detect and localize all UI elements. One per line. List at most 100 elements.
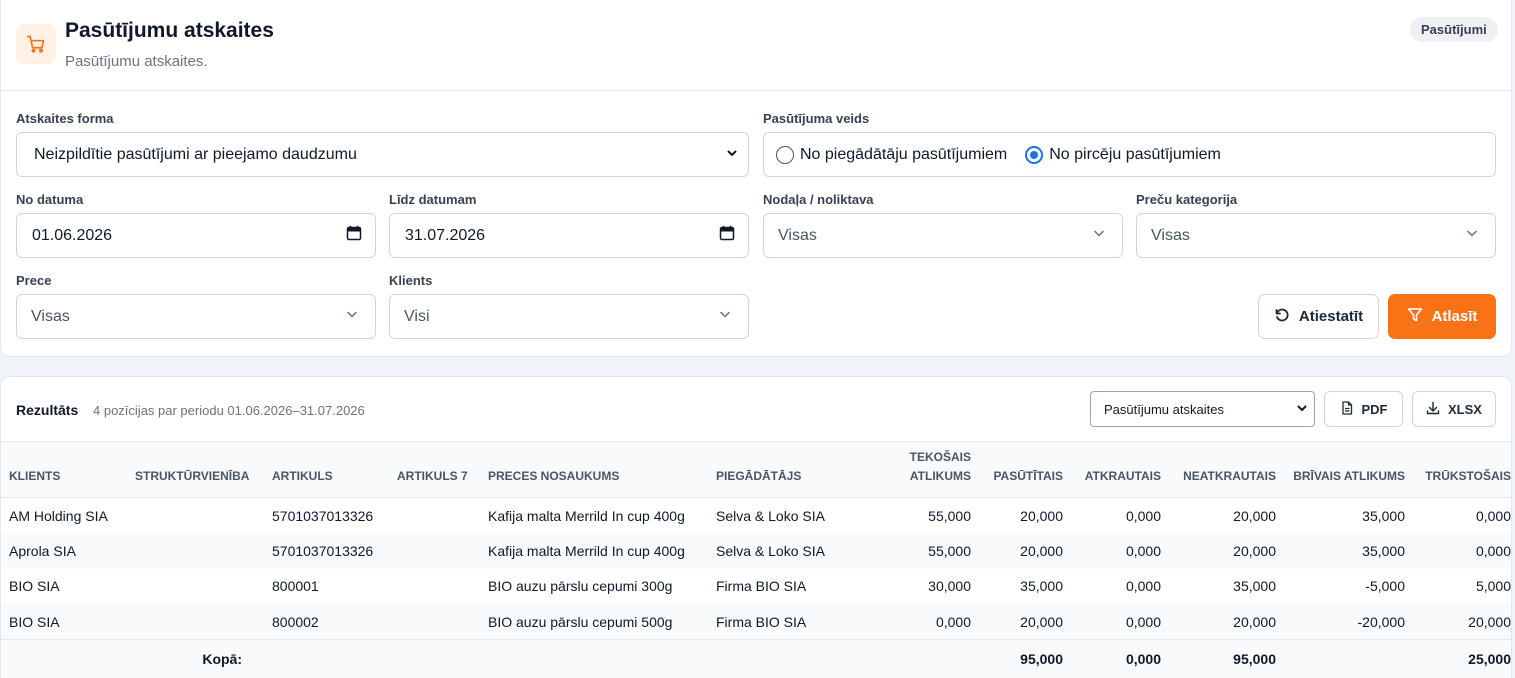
calendar-icon[interactable] [346,225,362,246]
column-header[interactable]: PIEGĀDĀTĀJS [708,441,885,498]
chevron-down-icon [718,307,732,326]
table-cell [389,498,480,534]
table-cell: 800002 [272,613,319,630]
column-header[interactable]: TEKOŠAIS ATLIKUMS [885,441,979,498]
table-cell: 20,000 [1468,613,1511,630]
table-cell: Kafija malta Merrild In cup 400g [488,542,685,559]
date-from-input[interactable]: 01.06.2026 [16,213,376,258]
report-view-value: Pasūtījumu atskaites [1104,401,1224,417]
table-cell: 35,000 [1362,507,1405,524]
category-value: Visas [1151,226,1190,244]
report-view-select[interactable]: Pasūtījumu atskaites [1090,391,1315,427]
table-cell: 5,000 [1475,578,1511,595]
column-header[interactable]: ARTIKULS [264,441,389,498]
table-cell [127,498,264,534]
report-form-label: Atskaites forma [16,111,114,126]
table-cell: Firma BIO SIA [716,578,807,595]
table-cell: 0,000 [935,613,971,630]
export-pdf-label: PDF [1361,401,1388,417]
total-ordered: 95,000 [979,639,1071,678]
table-cell: AM Holding SIA [9,507,108,524]
column-header[interactable]: PASŪTĪTAIS [979,441,1071,498]
chevron-down-icon [1296,402,1308,417]
table-cell: 55,000 [928,507,971,524]
table-cell [127,569,264,605]
date-to-input[interactable]: 31.07.2026 [389,213,749,258]
table-cell [389,533,480,569]
product-value: Visas [31,307,70,325]
date-from-value: 01.06.2026 [32,226,113,244]
chevron-down-icon [345,307,359,326]
table-header-row: KLIENTS STRUKTŪRVIENĪBA ARTIKULS ARTIKULS 7… [1,441,1511,498]
table-cell: BIO auzu pārslu cepumi 300g [488,578,673,595]
product-label: Prece [16,273,52,288]
order-type-radio-buyer[interactable] [1025,145,1044,164]
column-header[interactable]: STRUKTŪRVIENĪBA [127,441,264,498]
client-label: Klients [389,273,433,288]
table-cell: 800001 [272,578,319,595]
table-cell: 5701037013326 [272,542,374,559]
calendar-icon[interactable] [719,225,735,246]
table-cell: 0,000 [1125,542,1161,559]
table-cell: 5701037013326 [272,507,374,524]
table-cell: 20,000 [1233,542,1276,559]
reset-icon [1274,307,1290,327]
report-form-select[interactable]: Neizpildītie pasūtījumi ar pieejamo daud… [16,132,749,177]
order-type-option-label[interactable]: No pircēju pasūtījumiem [1049,146,1221,164]
column-header[interactable]: BRĪVAIS ATLIKUMS [1284,441,1413,498]
table-row[interactable]: AM Holding SIA 5701037013326 Kafija malta … [1,498,1511,534]
column-header[interactable]: PRECES NOSAUKUMS [480,441,708,498]
department-select[interactable]: Visas [763,213,1123,258]
order-type-radio-supplier[interactable] [776,145,794,164]
column-header[interactable]: KLIENTS [1,441,127,498]
client-select[interactable]: Visi [389,294,749,339]
table-cell: 20,000 [1233,613,1276,630]
table-cell: 35,000 [1362,542,1405,559]
totals-row: Kopā: 95,000 0,000 95,000 25,000 [1,639,1511,678]
results-title: Rezultāts [16,402,79,418]
table-cell: Firma BIO SIA [716,613,807,630]
filter-icon [1407,307,1423,327]
table-cell: 20,000 [1020,542,1063,559]
column-header[interactable]: ARTIKULS 7 [389,441,480,498]
column-header[interactable]: TRŪKSTOŠAIS [1413,441,1511,498]
filters-card: Pasūtījumu atskaites Pasūtījumu atskaite… [0,0,1512,357]
table-cell: 55,000 [928,542,971,559]
table-row[interactable]: BIO SIA 800002 BIO auzu pārslu cepumi 500g… [1,604,1511,640]
reset-button[interactable]: Atiestatīt [1258,294,1379,339]
table-row[interactable]: BIO SIA 800001 BIO auzu pārslu cepumi 300g… [1,569,1511,605]
filter-submit-button[interactable]: Atlasīt [1388,294,1496,339]
order-type-option-label[interactable]: No piegādātāju pasūtījumiem [800,146,1007,164]
results-summary: 4 pozīcijas par periodu 01.06.2026–31.07… [93,403,365,418]
chevron-down-icon [1092,226,1106,245]
total-missing: 25,000 [1413,639,1511,678]
total-unloaded: 0,000 [1071,639,1169,678]
order-type-radio-group: No piegādātāju pasūtījumiem No pircēju p… [763,132,1496,177]
table-cell: 35,000 [1020,578,1063,595]
filter-submit-label: Atlasīt [1431,308,1478,325]
date-to-label: Līdz datumam [389,192,477,207]
date-to-value: 31.07.2026 [405,226,486,244]
table-row[interactable]: Aprola SIA 5701037013326 Kafija malta Merr… [1,533,1511,569]
export-xlsx-label: XLSX [1448,401,1482,417]
table-cell [127,604,264,640]
product-select[interactable]: Visas [16,294,376,339]
table-cell: 20,000 [1020,507,1063,524]
export-pdf-button[interactable]: PDF [1324,391,1403,427]
totals-spacer [264,639,979,678]
table-cell: 0,000 [1475,507,1511,524]
column-header[interactable]: NEATKRAUTAIS [1169,441,1284,498]
total-free-stock [1284,639,1413,678]
download-icon [1426,401,1440,418]
export-xlsx-button[interactable]: XLSX [1412,391,1496,427]
table-cell [389,604,480,640]
table-cell: Kafija malta Merrild In cup 400g [488,507,685,524]
table-cell: 20,000 [1020,613,1063,630]
column-header[interactable]: ATKRAUTAIS [1071,441,1169,498]
total-not-unloaded: 95,000 [1169,639,1284,678]
results-card: Rezultāts 4 pozīcijas par periodu 01.06.… [0,376,1512,678]
table-cell: BIO SIA [9,613,60,630]
table-cell: 20,000 [1233,507,1276,524]
table-cell: 0,000 [1125,613,1161,630]
category-select[interactable]: Visas [1136,213,1496,258]
